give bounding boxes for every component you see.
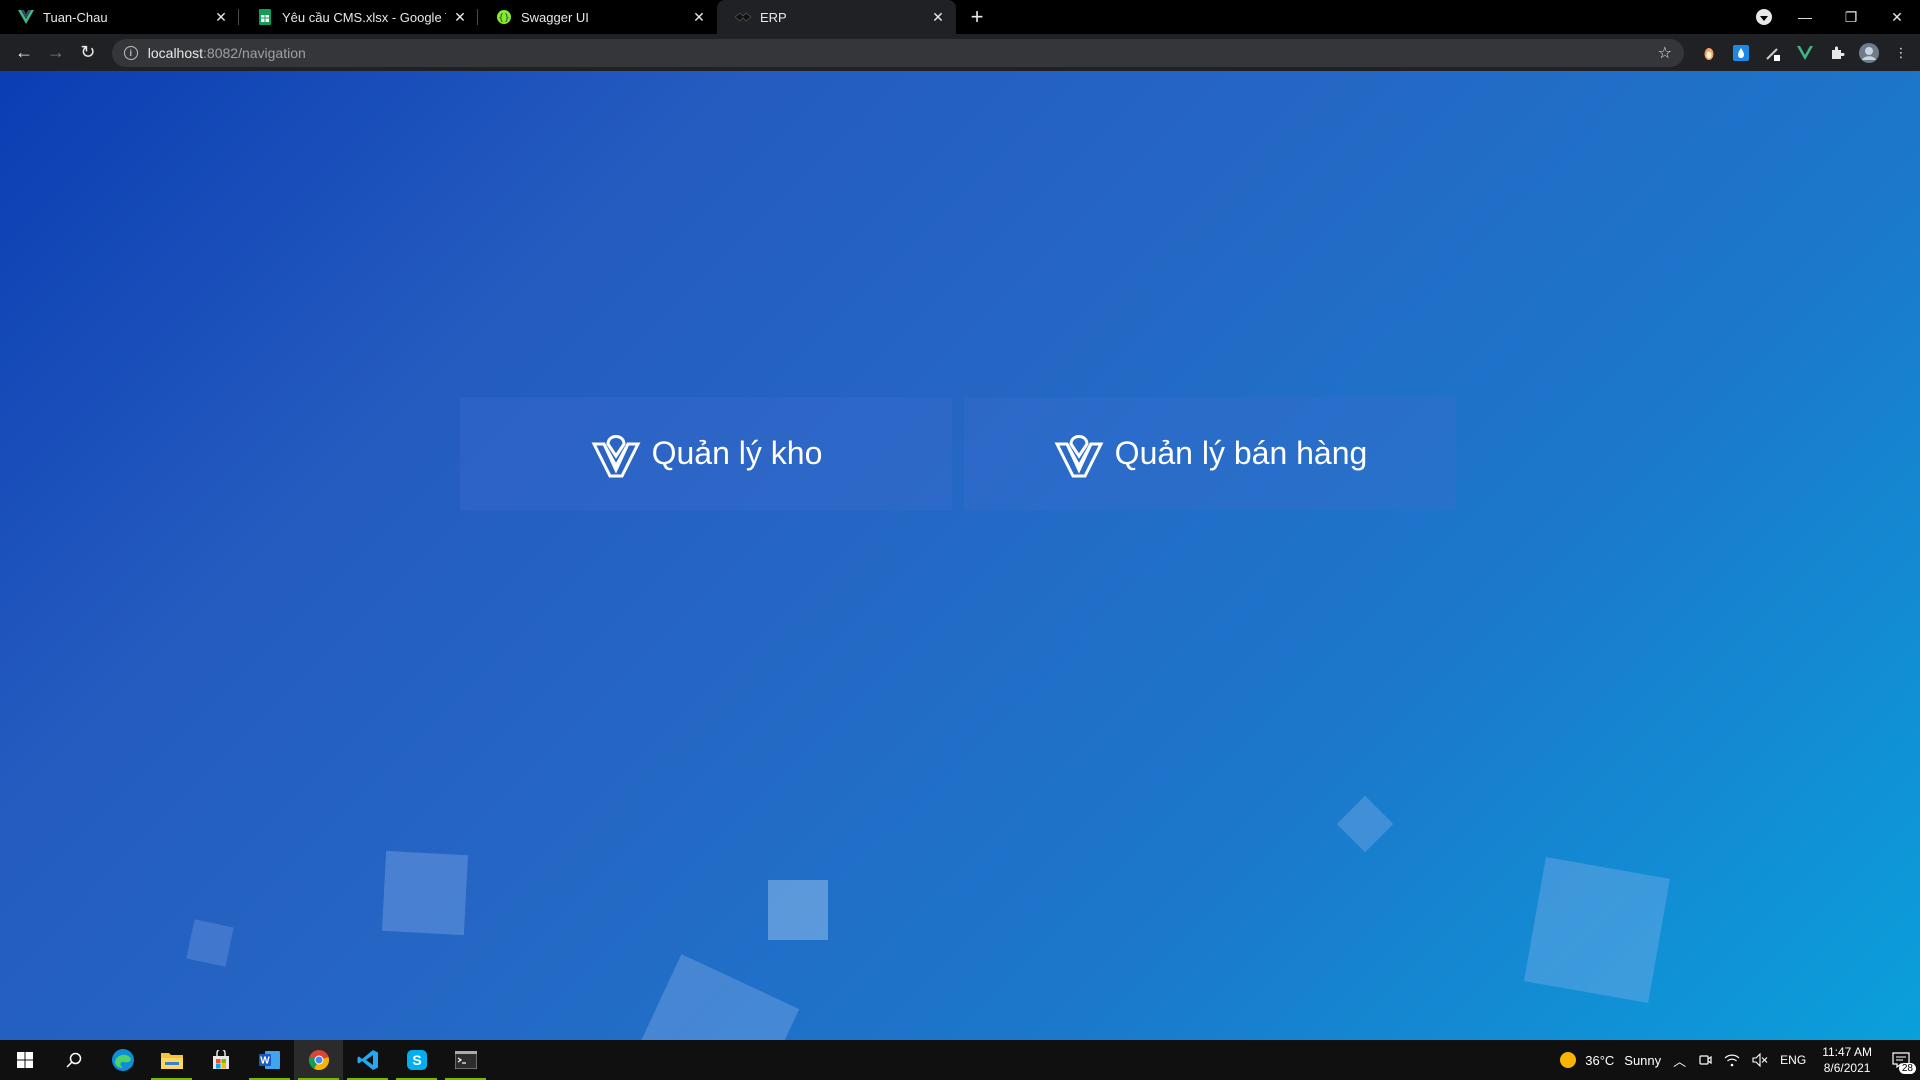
tab-erp[interactable]: ERP ✕ bbox=[717, 0, 956, 34]
clock-date: 8/6/2021 bbox=[1823, 1061, 1871, 1075]
company-logo-icon bbox=[1054, 434, 1104, 477]
company-logo-icon bbox=[591, 434, 641, 477]
tab-strip: Tuan-Chau ✕ Yêu cầu CMS.xlsx - Google Tr… bbox=[0, 0, 1920, 34]
forward-arrow-icon[interactable]: → bbox=[40, 37, 72, 69]
notification-count-badge: 28 bbox=[1898, 1063, 1916, 1074]
volume-muted-icon[interactable] bbox=[1746, 1053, 1774, 1067]
bookmark-star-icon[interactable]: ☆ bbox=[1658, 43, 1672, 63]
extension-vue-devtools-icon[interactable] bbox=[1794, 42, 1816, 64]
action-center-icon[interactable]: 28 bbox=[1882, 1040, 1920, 1080]
erp-icon bbox=[735, 9, 751, 25]
svg-text:W: W bbox=[260, 1056, 270, 1067]
window-controls: — ❐ ✕ bbox=[1756, 0, 1920, 34]
new-tab-button[interactable]: + bbox=[960, 0, 994, 34]
terminal-icon[interactable] bbox=[441, 1040, 490, 1080]
extension-fire-icon[interactable] bbox=[1698, 42, 1720, 64]
svg-text:{}: {} bbox=[498, 14, 509, 24]
tab-tuan-chau[interactable]: Tuan-Chau ✕ bbox=[0, 0, 239, 34]
minimize-icon[interactable]: — bbox=[1782, 2, 1828, 32]
close-icon[interactable]: ✕ bbox=[213, 9, 229, 25]
weather-condition: Sunny bbox=[1624, 1052, 1662, 1068]
meet-now-icon[interactable] bbox=[1692, 1053, 1718, 1067]
sheets-icon bbox=[257, 9, 273, 25]
warehouse-management-card[interactable]: Quản lý kho bbox=[460, 397, 952, 510]
system-tray: 36°C Sunny ︿ ENG 11:47 AM 8/6/2021 28 bbox=[1553, 1040, 1920, 1080]
card-label: Quản lý bán hàng bbox=[1114, 435, 1368, 471]
back-arrow-icon[interactable]: ← bbox=[8, 37, 40, 69]
decor-square bbox=[768, 880, 828, 940]
address-bar[interactable]: i localhost:8082/navigation ☆ bbox=[111, 38, 1684, 67]
vscode-icon[interactable] bbox=[343, 1040, 392, 1080]
wifi-icon[interactable] bbox=[1718, 1053, 1746, 1067]
skype-icon[interactable]: S bbox=[392, 1040, 441, 1080]
chevron-up-icon[interactable]: ︿ bbox=[1667, 1051, 1692, 1070]
url-host: localhost bbox=[147, 44, 204, 61]
sun-icon bbox=[1560, 1052, 1577, 1068]
tab-swagger[interactable]: {} Swagger UI ✕ bbox=[478, 0, 717, 34]
extension-drop-icon[interactable] bbox=[1730, 42, 1752, 64]
windows-start-icon[interactable] bbox=[0, 1040, 49, 1080]
card-label: Quản lý kho bbox=[651, 435, 823, 471]
vue-icon bbox=[18, 9, 34, 25]
search-icon[interactable] bbox=[49, 1040, 98, 1080]
close-icon[interactable]: ✕ bbox=[452, 9, 468, 25]
tab-title: Tuan-Chau bbox=[43, 9, 108, 25]
browser-toolbar: ← → ↻ i localhost:8082/navigation ☆ ⋮ bbox=[0, 34, 1920, 71]
chrome-icon[interactable] bbox=[294, 1040, 343, 1080]
edge-browser-icon[interactable] bbox=[98, 1040, 147, 1080]
tab-title: Swagger UI bbox=[521, 9, 589, 25]
file-explorer-icon[interactable] bbox=[147, 1040, 196, 1080]
clock[interactable]: 11:47 AM 8/6/2021 bbox=[1812, 1044, 1882, 1076]
tab-cms-sheet[interactable]: Yêu cầu CMS.xlsx - Google Trang tính ✕ bbox=[239, 0, 478, 34]
svg-text:S: S bbox=[412, 1052, 421, 1068]
module-cards: Quản lý kho Quản lý bán hàng bbox=[460, 397, 1456, 510]
windows-taskbar: W S 36°C Sunny ︿ ENG 11:47 AM 8/6/2021 2… bbox=[0, 1040, 1920, 1080]
url-path: :8082/navigation bbox=[203, 44, 306, 61]
word-icon[interactable]: W bbox=[245, 1040, 294, 1080]
page-content: Quản lý kho Quản lý bán hàng bbox=[0, 71, 1920, 1040]
extensions-puzzle-icon[interactable] bbox=[1826, 42, 1848, 64]
close-window-icon[interactable]: ✕ bbox=[1874, 2, 1920, 32]
tab-title: Yêu cầu CMS.xlsx - Google Trang tính bbox=[282, 9, 446, 25]
close-icon[interactable]: ✕ bbox=[691, 9, 707, 25]
weather-temperature: 36°C bbox=[1585, 1052, 1615, 1068]
extensions-area: ⋮ bbox=[1698, 42, 1912, 64]
input-language[interactable]: ENG bbox=[1774, 1053, 1812, 1067]
extension-eyedropper-icon[interactable] bbox=[1762, 42, 1784, 64]
tab-title: ERP bbox=[760, 9, 787, 25]
restore-icon[interactable]: ❐ bbox=[1828, 2, 1874, 32]
menu-kebab-icon[interactable]: ⋮ bbox=[1890, 42, 1912, 64]
decor-square bbox=[1524, 857, 1670, 1003]
decor-square bbox=[381, 850, 469, 936]
decor-square bbox=[186, 919, 234, 967]
profile-avatar-icon[interactable] bbox=[1858, 42, 1880, 64]
close-icon[interactable]: ✕ bbox=[930, 9, 946, 25]
clock-time: 11:47 AM bbox=[1822, 1045, 1872, 1059]
swagger-icon: {} bbox=[496, 9, 512, 25]
weather-widget[interactable]: 36°C Sunny bbox=[1553, 1051, 1667, 1069]
tab-search-icon[interactable] bbox=[1756, 9, 1772, 25]
decor-diamond bbox=[1336, 795, 1394, 853]
site-info-icon[interactable]: i bbox=[123, 45, 138, 60]
decor-square bbox=[630, 954, 800, 1040]
reload-icon[interactable]: ↻ bbox=[72, 37, 104, 69]
microsoft-store-icon[interactable] bbox=[196, 1040, 245, 1080]
sales-management-card[interactable]: Quản lý bán hàng bbox=[964, 397, 1456, 510]
